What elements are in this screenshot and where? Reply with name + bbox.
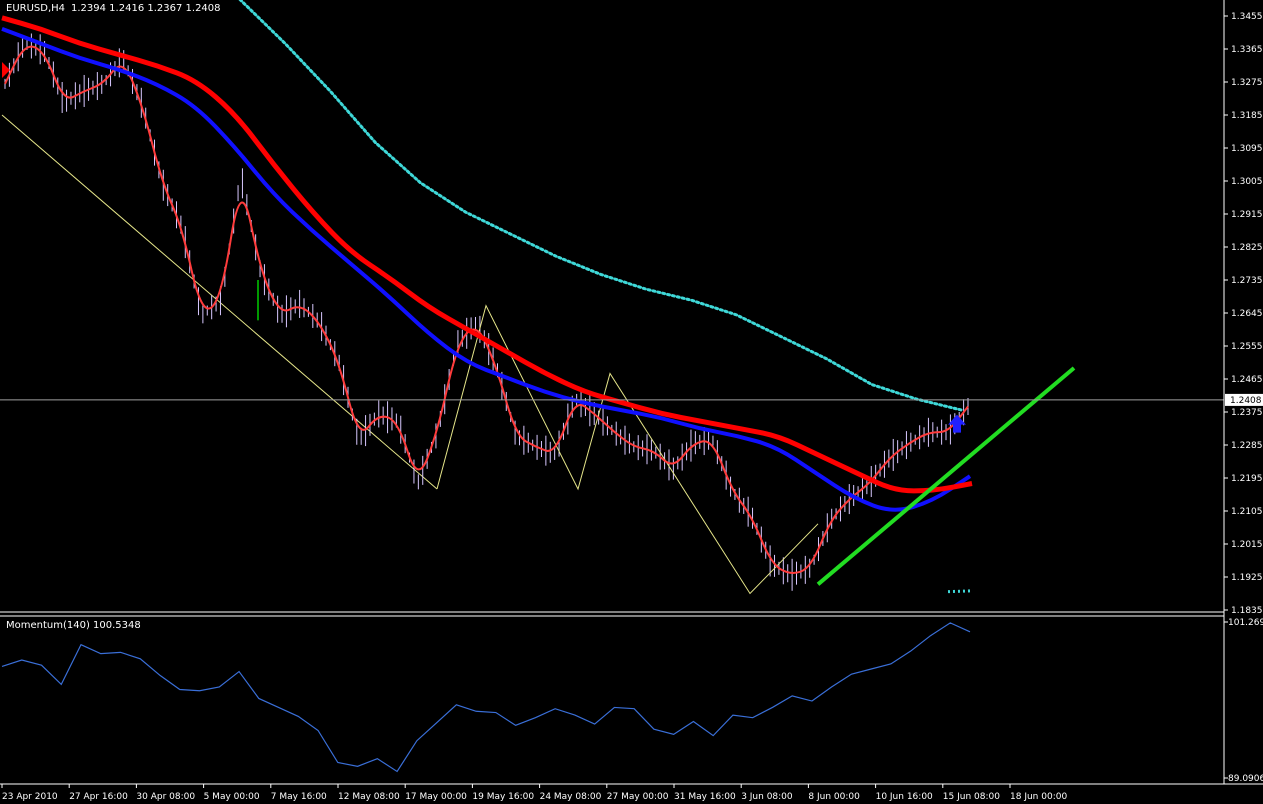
price-tick-label: 1.2465 (1231, 375, 1263, 385)
price-tick-label: 1.2555 (1231, 342, 1263, 352)
time-tick-label: 12 May 08:00 (338, 792, 400, 802)
current-price-label: 1.2408 (1230, 396, 1262, 406)
price-tick-label: 1.2285 (1231, 441, 1263, 451)
time-tick-label: 7 May 16:00 (271, 792, 327, 802)
price-tick-label: 1.2735 (1231, 276, 1263, 286)
price-tick-label: 1.3365 (1231, 45, 1263, 55)
time-tick-label: 15 Jun 08:00 (943, 792, 1000, 802)
time-tick-label: 27 May 00:00 (607, 792, 669, 802)
price-tick-label: 1.2015 (1231, 540, 1263, 550)
momentum-tick-label: 101.269 (1228, 618, 1263, 628)
time-tick-label: 5 May 00:00 (204, 792, 260, 802)
symbol-header: EURUSD,H4 1.2394 1.2416 1.2367 1.2408 (6, 3, 221, 14)
time-tick-label: 24 May 08:00 (540, 792, 602, 802)
price-tick-label: 1.1925 (1231, 573, 1263, 583)
price-tick-label: 1.3275 (1231, 78, 1263, 88)
momentum-header: Momentum(140) 100.5348 (6, 620, 141, 631)
price-tick-label: 1.2645 (1231, 309, 1263, 319)
price-tick-label: 1.2825 (1231, 243, 1263, 253)
price-tick-label: 1.1835 (1231, 606, 1263, 616)
price-tick-label: 1.2375 (1231, 408, 1263, 418)
price-tick-label: 1.2195 (1231, 474, 1263, 484)
price-tick-label: 1.3455 (1231, 12, 1263, 22)
price-tick-label: 1.2915 (1231, 210, 1263, 220)
time-tick-label: 19 May 16:00 (472, 792, 534, 802)
momentum-tick-label: 89.0906 (1228, 774, 1263, 784)
time-tick-label: 10 Jun 16:00 (876, 792, 933, 802)
price-tick-label: 1.3005 (1231, 177, 1263, 187)
time-tick-label: 8 Jun 00:00 (808, 792, 860, 802)
chart-background (0, 0, 1263, 804)
time-tick-label: 18 Jun 00:00 (1010, 792, 1067, 802)
time-tick-label: 17 May 00:00 (405, 792, 467, 802)
time-tick-label: 30 Apr 08:00 (136, 792, 195, 802)
time-tick-label: 31 May 16:00 (674, 792, 736, 802)
time-tick-label: 3 Jun 08:00 (741, 792, 793, 802)
price-tick-label: 1.2105 (1231, 507, 1263, 517)
chart-canvas: 1.2408 1.3455 1.3365 1.3275 1.3185 1.3095 1.3… (0, 0, 1263, 804)
time-tick-label: 23 Apr 2010 (2, 792, 58, 802)
price-tick-label: 1.3185 (1231, 111, 1263, 121)
price-tick-label: 1.3095 (1231, 144, 1263, 154)
time-tick-label: 27 Apr 16:00 (69, 792, 128, 802)
